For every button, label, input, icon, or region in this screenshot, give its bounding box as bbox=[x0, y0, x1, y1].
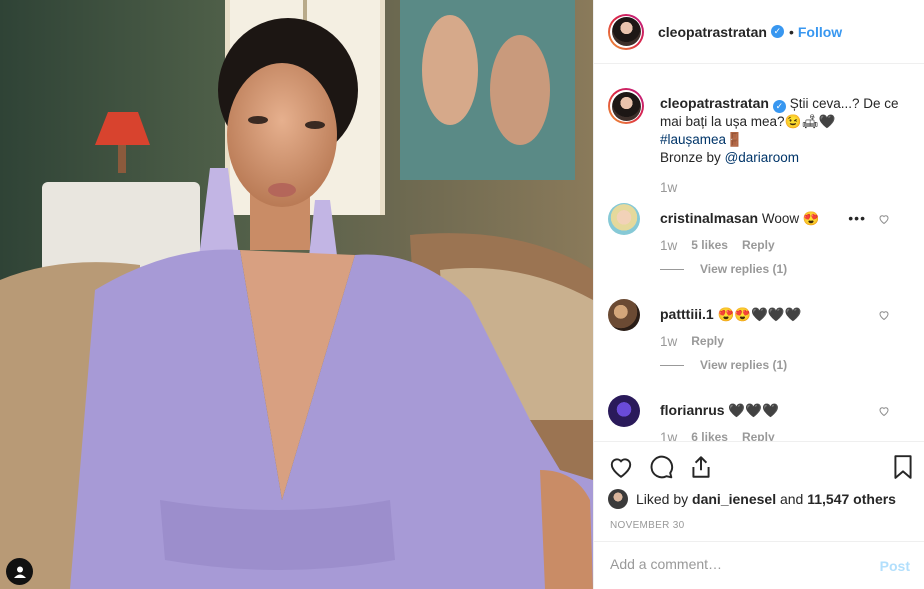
commenter-avatar[interactable] bbox=[608, 203, 640, 235]
post-button[interactable]: Post bbox=[880, 558, 910, 574]
view-replies[interactable]: View replies (1) bbox=[660, 358, 787, 372]
commenter-avatar[interactable] bbox=[608, 299, 640, 331]
post-header: cleopatrastratan ✓ • Follow bbox=[594, 0, 924, 64]
owner-avatar[interactable] bbox=[608, 13, 644, 50]
caption-avatar[interactable] bbox=[608, 88, 644, 124]
like-comment-heart-icon[interactable] bbox=[878, 213, 890, 225]
reply-button[interactable]: Reply bbox=[742, 238, 775, 253]
tagged-user-icon[interactable] bbox=[6, 558, 33, 585]
post-date[interactable]: NOVEMBER 30 bbox=[610, 520, 684, 531]
commenter-username[interactable]: cristinalmasan bbox=[660, 210, 758, 226]
like-comment-heart-icon[interactable] bbox=[878, 309, 890, 321]
add-comment-input[interactable] bbox=[608, 555, 862, 573]
comment-text: 😍😍🖤🖤🖤 bbox=[717, 307, 802, 322]
bookmark-icon[interactable] bbox=[890, 454, 916, 480]
comment-meta: 1w 6 likes Reply bbox=[660, 430, 775, 441]
verified-badge-icon: ✓ bbox=[770, 25, 784, 38]
more-options-icon[interactable]: ••• bbox=[848, 210, 866, 226]
commenter-username[interactable]: florianrus bbox=[660, 402, 725, 418]
post-image bbox=[0, 0, 593, 589]
reply-button[interactable]: Reply bbox=[742, 430, 775, 441]
comment-text: Woow 😍 bbox=[761, 211, 820, 226]
commenter-username[interactable]: patttiii.1 bbox=[660, 306, 714, 322]
comment-text: 🖤🖤🖤 bbox=[728, 403, 779, 418]
caption-hashtag[interactable]: #laușamea🚪 bbox=[660, 132, 743, 147]
owner-username[interactable]: cleopatrastratan bbox=[658, 24, 767, 40]
comment-bubble-icon[interactable] bbox=[648, 454, 674, 480]
like-comment-heart-icon[interactable] bbox=[878, 405, 890, 417]
comment-time[interactable]: 1w bbox=[660, 334, 677, 349]
liker-avatar[interactable] bbox=[608, 489, 628, 509]
comment-likes[interactable]: 6 likes bbox=[691, 430, 728, 441]
like-heart-icon[interactable] bbox=[608, 454, 634, 480]
separator-dot: • bbox=[788, 23, 794, 40]
comment-body: patttiii.1 😍😍🖤🖤🖤 bbox=[660, 305, 890, 324]
add-comment-bar: Post bbox=[594, 541, 924, 589]
replies-divider bbox=[660, 364, 684, 366]
liked-by-connector: and bbox=[779, 491, 804, 507]
liked-by: Liked by dani_ienesel and 11,547 others bbox=[608, 489, 896, 509]
post-photo[interactable] bbox=[0, 0, 593, 589]
comment-meta: 1w Reply bbox=[660, 334, 724, 349]
view-replies-label[interactable]: View replies (1) bbox=[700, 358, 787, 372]
share-icon[interactable] bbox=[688, 454, 714, 480]
caption-credit-prefix: Bronze by bbox=[660, 150, 721, 165]
replies-divider bbox=[660, 268, 684, 270]
comment-likes[interactable]: 5 likes bbox=[691, 238, 728, 253]
caption-username[interactable]: cleopatrastratan bbox=[660, 95, 769, 111]
caption-text-block: cleopatrastratan ✓ Știi ceva...? De ce ma… bbox=[660, 94, 910, 167]
caption-mention[interactable]: @dariaroom bbox=[725, 150, 799, 165]
likes-count[interactable]: 11,547 others bbox=[807, 491, 896, 507]
reply-button[interactable]: Reply bbox=[691, 334, 724, 349]
post-side-panel: cleopatrastratan ✓ • Follow cleopatrastr… bbox=[593, 0, 924, 589]
comment-time[interactable]: 1w bbox=[660, 430, 677, 441]
view-replies[interactable]: View replies (1) bbox=[660, 262, 787, 276]
verified-badge-icon: ✓ bbox=[772, 100, 786, 113]
view-replies-label[interactable]: View replies (1) bbox=[700, 262, 787, 276]
liked-by-prefix: Liked by bbox=[636, 491, 689, 507]
commenter-avatar[interactable] bbox=[608, 395, 640, 427]
comment-meta: 1w 5 likes Reply bbox=[660, 238, 775, 253]
caption-time[interactable]: 1w bbox=[660, 180, 677, 195]
follow-button[interactable]: Follow bbox=[798, 24, 842, 40]
liked-by-user[interactable]: dani_ienesel bbox=[692, 491, 776, 507]
comments-list[interactable]: cleopatrastratan ✓ Știi ceva...? De ce ma… bbox=[594, 64, 924, 441]
comment-time[interactable]: 1w bbox=[660, 238, 677, 253]
post-actions: Liked by dani_ienesel and 11,547 others … bbox=[594, 441, 924, 542]
comment-body: florianrus 🖤🖤🖤 bbox=[660, 401, 890, 420]
